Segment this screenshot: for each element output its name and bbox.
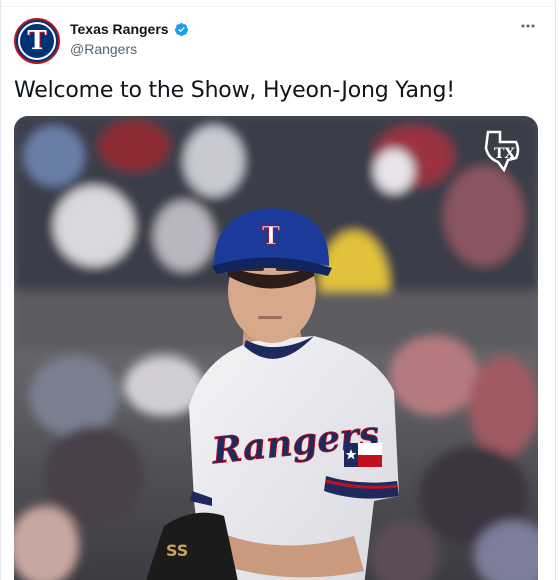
video-player[interactable]: Rangers SS T TX (14, 116, 538, 580)
watermark-text: TX (494, 146, 515, 162)
author-row[interactable]: Texas Rangers (70, 21, 189, 37)
avatar-letter: T (27, 26, 47, 56)
svg-text:SS: SS (166, 541, 188, 560)
more-icon[interactable] (520, 18, 536, 39)
cap-letter: T (262, 221, 280, 250)
verified-badge-icon (174, 22, 188, 36)
author-name[interactable]: Texas Rangers (70, 21, 169, 37)
watermark-logo: TX (480, 128, 524, 172)
texas-logo-icon: TX (484, 130, 520, 172)
video-frame: Rangers SS T (14, 116, 538, 580)
tweet-text: Welcome to the Show, Hyeon-Jong Yang! (14, 78, 455, 103)
tweet-card[interactable]: T Texas Rangers @Rangers Welcome to the … (0, 0, 557, 580)
avatar[interactable]: T (14, 18, 60, 64)
avatar-inner: T (18, 22, 56, 60)
more-icon-glyph (521, 24, 535, 28)
author-handle[interactable]: @Rangers (70, 41, 137, 57)
divider (1, 0, 557, 7)
